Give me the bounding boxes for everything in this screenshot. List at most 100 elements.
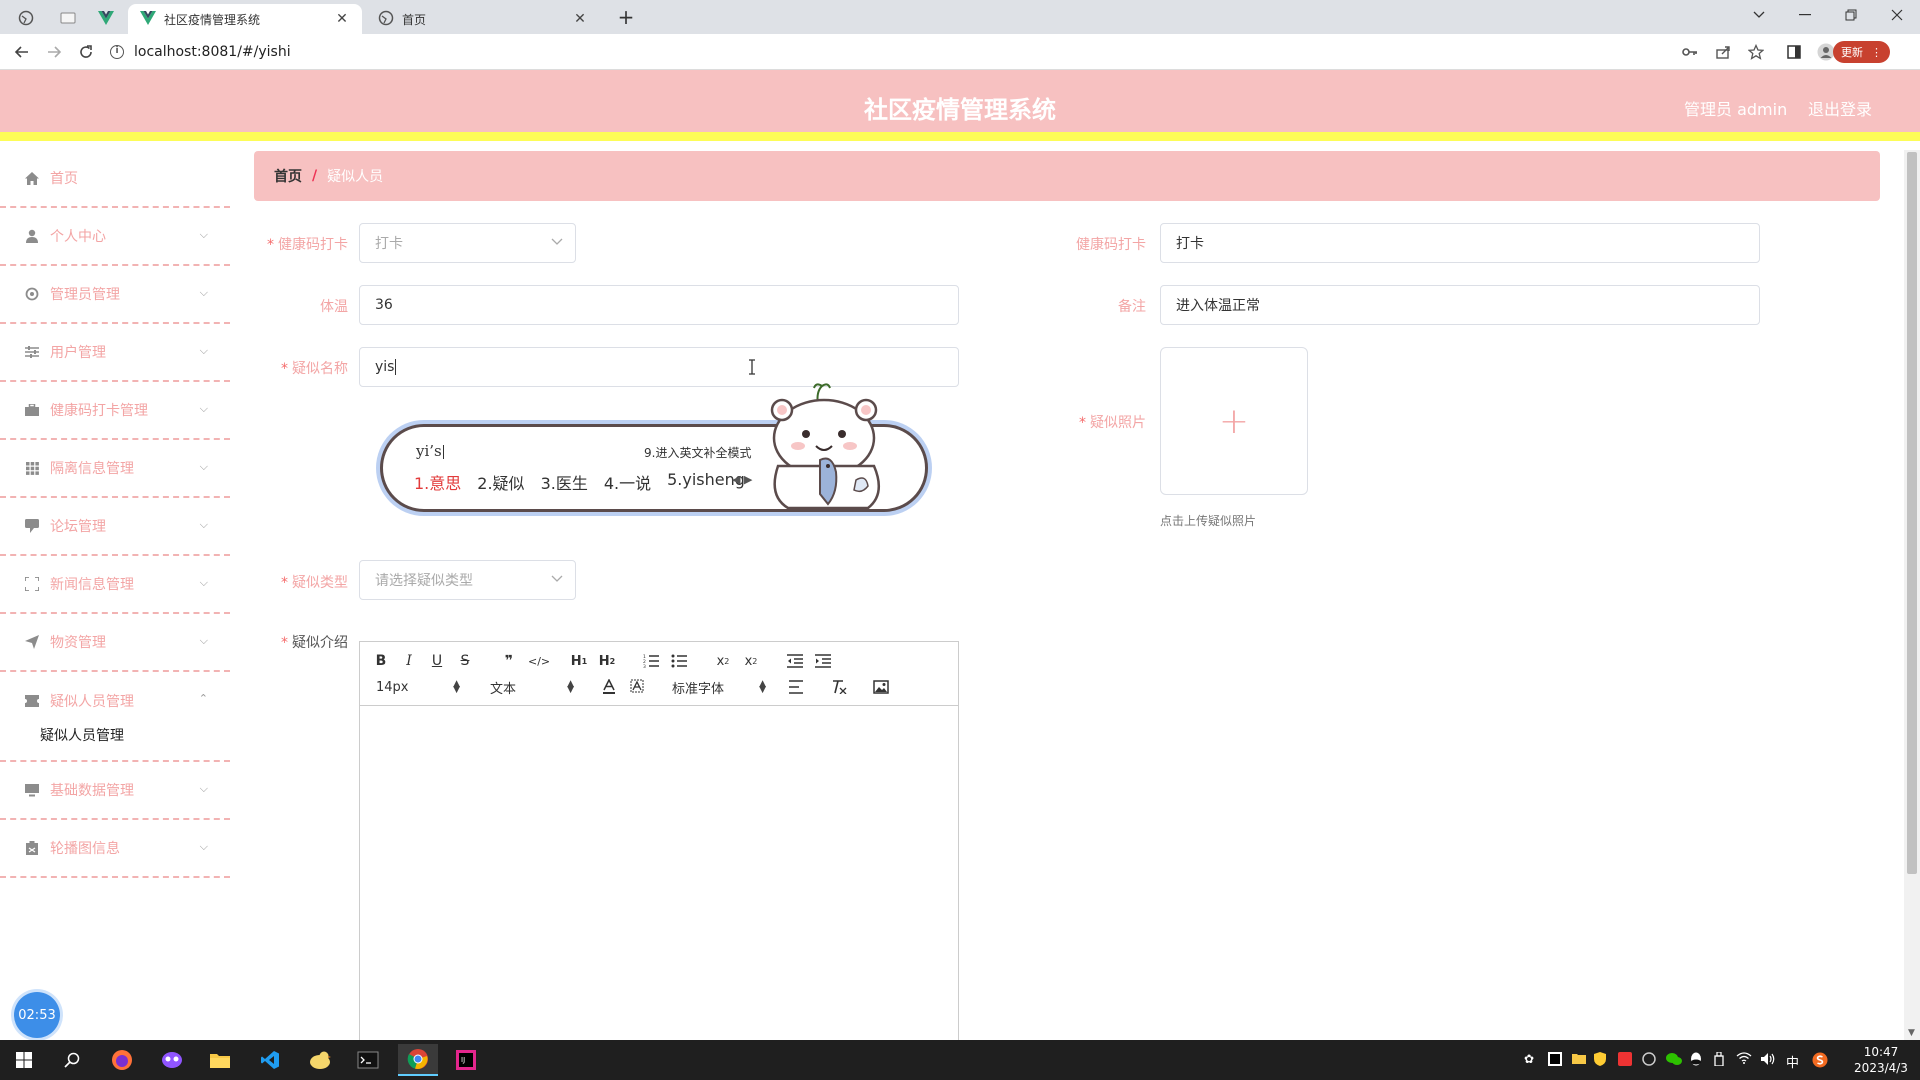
bookmark-star-icon[interactable] [1746, 42, 1766, 62]
chrome-icon[interactable] [398, 1044, 438, 1076]
sidebar-item-news[interactable]: 新闻信息管理 ⌵ [0, 556, 230, 614]
align-left-icon[interactable] [788, 677, 806, 697]
tray-app-icon[interactable] [1618, 1052, 1632, 1069]
bullet-list-icon[interactable] [670, 651, 688, 671]
scroll-down-icon[interactable]: ▼ [1908, 1028, 1915, 1038]
minimize-button[interactable] [1782, 0, 1828, 30]
font-family-select[interactable]: 标准字体 ▲ ▼ [672, 677, 766, 697]
tab-search-icon[interactable] [1736, 0, 1782, 30]
sidebar-item-users[interactable]: 用户管理 ⌵ [0, 324, 230, 382]
update-button[interactable]: 更新 ⋮ [1833, 41, 1890, 63]
tray-usb-icon[interactable] [1714, 1051, 1724, 1069]
tray-folder-icon[interactable] [1572, 1052, 1586, 1067]
ime-page-arrows-icon[interactable]: ◀ ▶ [732, 473, 752, 486]
tray-qq-icon[interactable] [1690, 1052, 1702, 1069]
blockquote-icon[interactable]: ❞ [500, 651, 518, 671]
strikethrough-icon[interactable]: S [456, 651, 474, 671]
windows-start-icon[interactable] [4, 1044, 44, 1076]
tray-shield-icon[interactable] [1594, 1052, 1606, 1069]
tor-mask-icon[interactable] [152, 1044, 192, 1076]
vue-logo-icon[interactable] [88, 6, 124, 30]
type-select[interactable]: 请选择疑似类型 [359, 560, 576, 600]
address-bar[interactable]: i localhost:8081/#/yishi [110, 39, 1680, 65]
new-tab-button[interactable]: + [612, 4, 640, 30]
side-panel-icon[interactable] [1784, 42, 1804, 62]
image-icon[interactable] [872, 677, 890, 697]
sidebar-item-carousel[interactable]: 轮播图信息 ⌵ [0, 820, 230, 878]
globe-icon[interactable] [8, 6, 44, 30]
format-select[interactable]: 文本 ▲ ▼ [490, 677, 574, 697]
subscript-icon[interactable]: x2 [714, 651, 732, 671]
ime-candidate[interactable]: 1.意思 [414, 470, 461, 494]
key-icon[interactable] [1680, 42, 1700, 62]
page-scrollbar[interactable]: ▼ [1904, 150, 1920, 1040]
font-size-select[interactable]: 14px ▲ ▼ [376, 677, 460, 697]
terminal-icon[interactable] [348, 1044, 388, 1076]
ime-language-indicator[interactable]: 中 [1786, 1052, 1799, 1071]
close-window-button[interactable] [1874, 0, 1920, 30]
site-info-icon[interactable]: i [110, 45, 124, 59]
tray-sakura-icon[interactable]: ✿ [1524, 1052, 1534, 1066]
tab-home[interactable]: 首页 ✕ [366, 4, 600, 34]
superscript-icon[interactable]: x2 [742, 651, 760, 671]
italic-icon[interactable]: I [400, 651, 418, 671]
sidebar-item-health-code[interactable]: 健康码打卡管理 ⌵ [0, 382, 230, 440]
remark-input[interactable]: 进入体温正常 [1160, 285, 1760, 325]
checkin-text-input[interactable]: 打卡 [1160, 223, 1760, 263]
sidebar-subitem-suspects[interactable]: 疑似人员管理 [0, 710, 230, 762]
sidebar-item-supplies[interactable]: 物资管理 ⌵ [0, 614, 230, 672]
tray-wechat-icon[interactable] [1666, 1052, 1682, 1069]
logout-link[interactable]: 退出登录 [1808, 96, 1872, 120]
forward-icon[interactable] [42, 40, 66, 64]
rich-text-editor[interactable]: B I U S ❞ </> H1 H2 123 x2 x2 14px ▲ ▼ 文… [359, 641, 959, 1041]
file-explorer-icon[interactable] [200, 1044, 240, 1076]
intellij-icon[interactable]: IJ [446, 1044, 486, 1076]
sidebar-item-basic-data[interactable]: 基础数据管理 ⌵ [0, 762, 230, 820]
temperature-input[interactable]: 36 [359, 285, 959, 325]
photo-upload-button[interactable]: + [1160, 347, 1308, 495]
breadcrumb-home[interactable]: 首页 [274, 166, 302, 186]
chevron-down-icon: ⌵ [199, 402, 208, 415]
ime-candidate[interactable]: 2.疑似 [477, 470, 524, 494]
ime-candidate[interactable]: 4.一说 [604, 470, 651, 494]
outdent-icon[interactable] [786, 651, 804, 671]
clear-format-icon[interactable] [830, 677, 848, 697]
sogou-ime-icon[interactable] [1812, 1052, 1828, 1071]
sidebar-item-admin[interactable]: 管理员管理 ⌵ [0, 266, 230, 324]
system-clock[interactable]: 10:47 2023/4/3 [1848, 1044, 1914, 1076]
timer-badge[interactable]: 02:53 [14, 992, 60, 1038]
heading-1-icon[interactable]: H1 [570, 651, 588, 671]
sidebar-item-profile[interactable]: 个人中心 ⌵ [0, 208, 230, 266]
wifi-icon[interactable] [1736, 1052, 1752, 1067]
heading-2-icon[interactable]: H2 [598, 651, 616, 671]
blank-page-icon[interactable] [50, 6, 86, 30]
scrollbar-thumb[interactable] [1907, 152, 1917, 874]
indent-icon[interactable] [814, 651, 832, 671]
ordered-list-icon[interactable]: 123 [642, 651, 660, 671]
code-icon[interactable]: </> [528, 651, 550, 671]
duck-app-icon[interactable] [300, 1044, 340, 1076]
firefox-icon[interactable] [102, 1044, 142, 1076]
font-color-icon[interactable] [600, 677, 618, 697]
search-icon[interactable] [52, 1044, 92, 1076]
checkin-select[interactable]: 打卡 [359, 223, 576, 263]
restore-button[interactable] [1828, 0, 1874, 30]
ime-candidates: 1.意思 2.疑似 3.医生 4.一说 5.yisheng [414, 470, 761, 494]
close-tab-icon[interactable]: ✕ [334, 11, 350, 27]
sidebar-item-forum[interactable]: 论坛管理 ⌵ [0, 498, 230, 556]
background-color-icon[interactable] [628, 677, 646, 697]
tab-app[interactable]: 社区疫情管理系统 ✕ [128, 4, 362, 34]
share-icon[interactable] [1713, 42, 1733, 62]
sidebar-item-isolation[interactable]: 隔离信息管理 ⌵ [0, 440, 230, 498]
tray-network-app-icon[interactable] [1642, 1052, 1656, 1069]
sidebar-item-home[interactable]: 首页 [0, 150, 230, 208]
back-icon[interactable] [10, 40, 34, 64]
bold-icon[interactable]: B [372, 651, 390, 671]
underline-icon[interactable]: U [428, 651, 446, 671]
ime-candidate[interactable]: 3.医生 [541, 470, 588, 494]
close-tab-icon[interactable]: ✕ [572, 11, 588, 27]
reload-icon[interactable] [74, 40, 98, 64]
volume-icon[interactable] [1760, 1052, 1776, 1069]
vscode-icon[interactable] [250, 1044, 290, 1076]
tray-intellij-icon[interactable] [1548, 1052, 1562, 1069]
